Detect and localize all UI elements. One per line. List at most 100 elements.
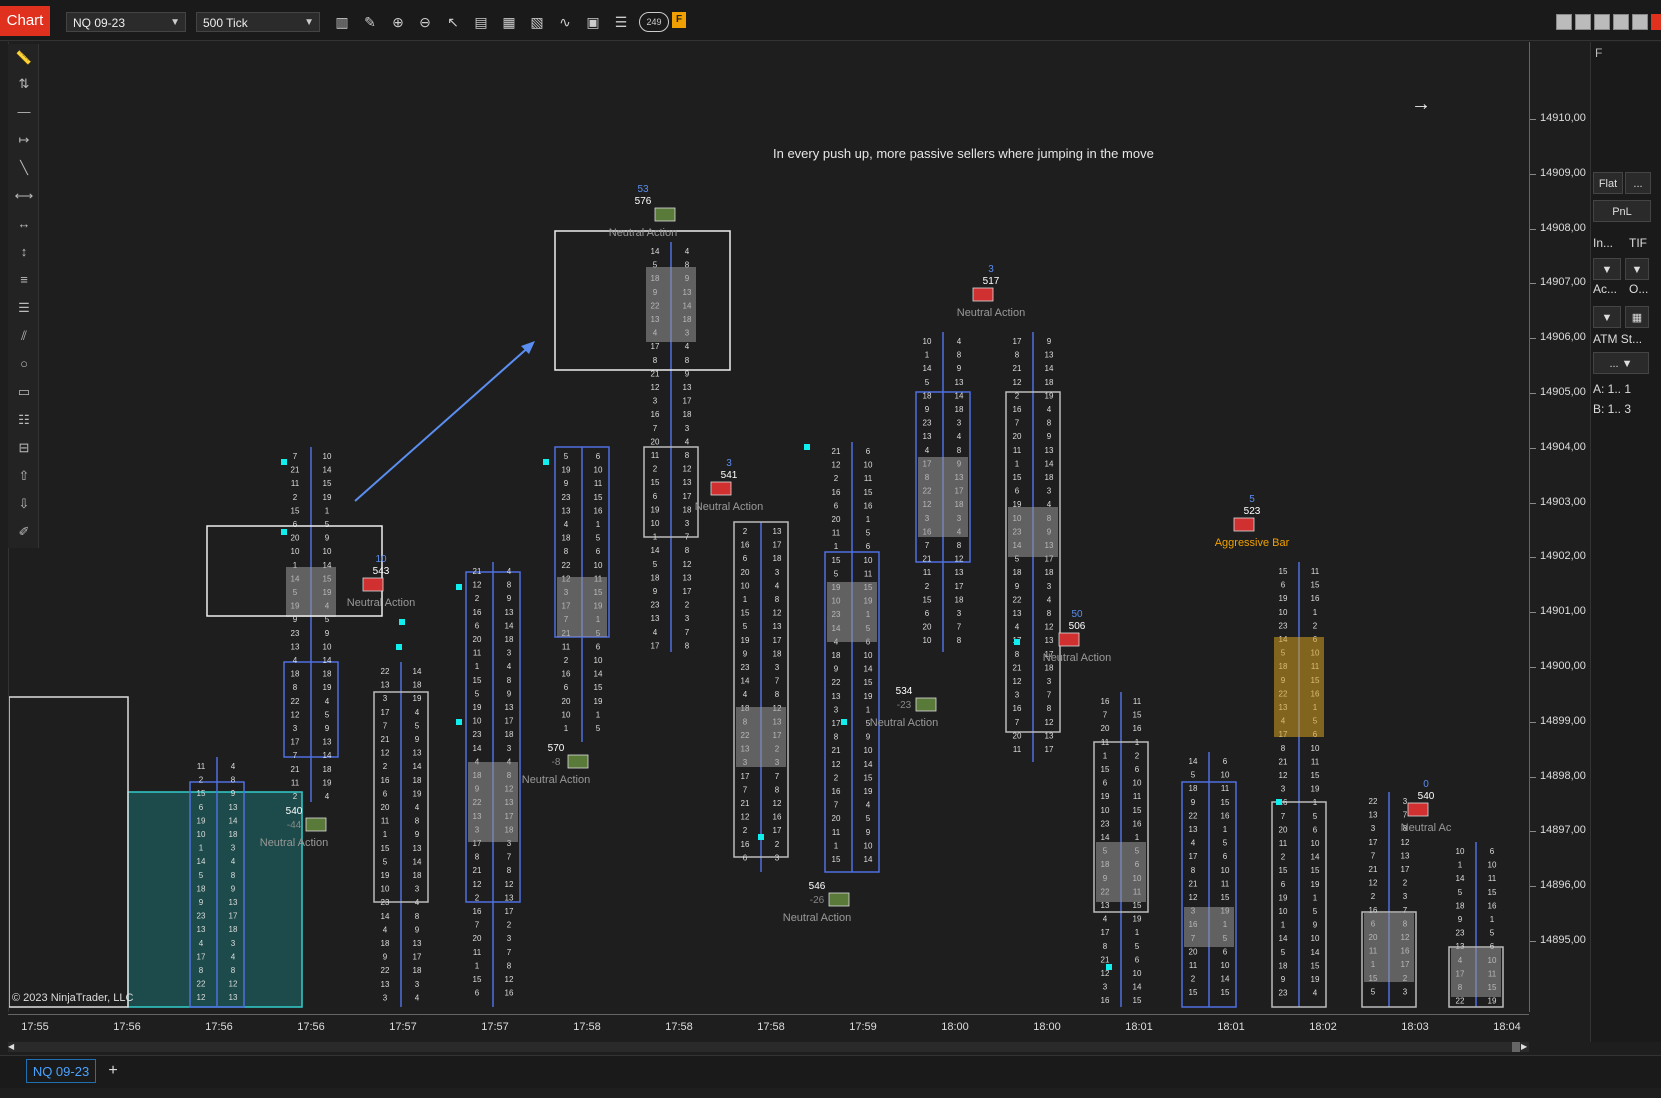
flat-button[interactable]: Flat <box>1593 172 1623 194</box>
footprint-bid-cell: 20 <box>832 814 841 823</box>
footprint-ask-cell: 17 <box>1045 745 1054 754</box>
horizontal-line-icon[interactable]: ⟷ <box>14 186 34 206</box>
footprint-bid-cell: 21 <box>1189 879 1198 888</box>
scroll-thumb[interactable] <box>1512 1042 1520 1052</box>
ellipse-icon[interactable]: ○ <box>14 354 34 374</box>
footprint-bid-cell: 19 <box>197 816 206 825</box>
instrument-selector[interactable]: NQ 09-23 ▼ <box>66 12 186 32</box>
tick-counter-badge[interactable]: 249 <box>639 12 669 32</box>
rectangle-icon[interactable]: ▭ <box>14 382 34 402</box>
footprint-ask-cell: 19 <box>1311 785 1320 794</box>
eraser-icon[interactable]: ✐ <box>14 522 34 542</box>
imbalance-highlight <box>557 577 607 637</box>
absorption-dot <box>1014 639 1020 645</box>
risk-reward-icon[interactable]: ⇅ <box>14 74 34 94</box>
chart-tab[interactable]: Chart <box>0 6 50 36</box>
footprint-ask-cell: 18 <box>955 595 964 604</box>
pnl-button[interactable]: PnL <box>1593 200 1651 222</box>
footprint-ask-cell: 9 <box>1313 921 1318 930</box>
ray-icon[interactable]: ↦ <box>14 130 34 150</box>
atm-strategy-selector[interactable]: ... ▼ <box>1593 352 1649 374</box>
footprint-ask-cell: 9 <box>325 724 330 733</box>
copyright-text: © 2023 NinjaTrader, LLC <box>12 992 134 1004</box>
add-tab-button[interactable]: + <box>104 1059 122 1083</box>
scroll-left-icon[interactable]: ◀ <box>8 1043 16 1051</box>
chart-plot-area[interactable]: 11 4 2 8 15 9 6 13 19 14 10 18 1 3 14 4 5 8 18 9 9 13 23 17 13 18… <box>8 42 1530 1012</box>
footprint-ask-cell: 1 <box>596 710 601 719</box>
properties-icon[interactable]: ▦ <box>499 12 519 32</box>
footprint-ask-cell: 19 <box>864 692 873 701</box>
region-icon[interactable]: ⊟ <box>14 438 34 458</box>
footprint-ask-cell: 14 <box>413 762 422 771</box>
pointer-icon[interactable]: ↖ <box>443 12 463 32</box>
footprint-ask-cell: 9 <box>1047 337 1052 346</box>
trend-line-icon[interactable]: ╲ <box>14 158 34 178</box>
more-button[interactable]: ... <box>1625 172 1651 194</box>
price-axis[interactable]: 14910,00 14909,00 14908,00 14907,00 14906,00… <box>1529 42 1588 1012</box>
tif-selector[interactable]: ▼ <box>1625 258 1649 280</box>
footprint-ask-cell: 4 <box>685 247 690 256</box>
footprint-ask-cell: 17 <box>955 582 964 591</box>
line-icon[interactable]: — <box>14 102 34 122</box>
list-icon[interactable]: ☰ <box>611 12 631 32</box>
absorption-dot <box>841 719 847 725</box>
footprint-bid-cell: 12 <box>1101 969 1110 978</box>
footprint-bid-cell: 4 <box>564 520 569 529</box>
templates-icon[interactable]: ▣ <box>583 12 603 32</box>
footprint-ask-cell: 8 <box>685 641 690 650</box>
account-selector[interactable]: ▼ <box>1593 306 1621 328</box>
footprint-bid-cell: 15 <box>1101 765 1110 774</box>
footprint-bid-cell: 10 <box>291 547 300 556</box>
window-tile-icon[interactable] <box>1556 14 1572 30</box>
fibonacci-icon[interactable]: ≡ <box>14 270 34 290</box>
pencil-icon[interactable]: ✎ <box>360 12 380 32</box>
arrow-up-icon[interactable]: ⇧ <box>14 466 34 486</box>
scroll-right-icon[interactable]: ▶ <box>1521 1043 1529 1051</box>
fib-extension-icon[interactable]: ☰ <box>14 298 34 318</box>
footprint-ask-cell: 14 <box>864 760 873 769</box>
footprint-ask-cell: 9 <box>866 733 871 742</box>
text-icon[interactable]: ☷ <box>14 410 34 430</box>
footprint-bid-cell: 4 <box>1103 915 1108 924</box>
footprint-bid-cell: 21 <box>473 866 482 875</box>
window-restore-icon[interactable] <box>1575 14 1591 30</box>
price-label: 14900,00 <box>1540 660 1586 672</box>
footprint-bid-cell: 18 <box>381 939 390 948</box>
tab-nq-09-23[interactable]: NQ 09-23 <box>26 1059 96 1083</box>
time-axis[interactable]: 17:55 17:56 17:56 17:56 17:57 17:57 17:58 17:58… <box>8 1014 1529 1041</box>
data-box-icon[interactable]: ▤ <box>471 12 491 32</box>
arrow-down-icon[interactable]: ⇩ <box>14 494 34 514</box>
f-badge[interactable]: F <box>672 12 686 28</box>
zoom-in-icon[interactable]: ⊕ <box>388 12 408 32</box>
window-close-icon[interactable] <box>1632 14 1648 30</box>
footprint-bid-cell: 2 <box>743 826 748 835</box>
footprint-bid-cell: 7 <box>293 452 298 461</box>
footprint-ask-cell: 3 <box>775 663 780 672</box>
ruler-icon[interactable]: 📏 <box>14 48 34 68</box>
footprint-bid-cell: 5 <box>383 857 388 866</box>
channel-icon[interactable]: ⫽ <box>14 326 34 346</box>
quantity-selector[interactable]: ▼ <box>1593 258 1621 280</box>
footprint-bid-cell: 18 <box>291 670 300 679</box>
vertical-line-icon[interactable]: ↕ <box>14 242 34 262</box>
footprint-bid-cell: 10 <box>1279 907 1288 916</box>
footprint-bid-cell: 19 <box>1279 893 1288 902</box>
footprint-ask-cell: 18 <box>413 966 422 975</box>
footprint-ask-cell: 8 <box>415 817 420 826</box>
float-label[interactable]: F <box>1595 46 1602 60</box>
footprint-bid-cell: 13 <box>1101 901 1110 910</box>
footprint-bid-cell: 13 <box>923 432 932 441</box>
indicators-icon[interactable]: ∿ <box>555 12 575 32</box>
interval-selector[interactable]: 500 Tick ▼ <box>196 12 320 32</box>
strategies-icon[interactable]: ▧ <box>527 12 547 32</box>
footprint-ask-cell: 16 <box>1488 901 1497 910</box>
extended-line-icon[interactable]: ↔ <box>14 214 34 234</box>
window-maximize-icon[interactable] <box>1613 14 1629 30</box>
horizontal-scrollbar[interactable]: ◀ ▶ <box>8 1042 1529 1052</box>
bars-type-icon[interactable]: ▥ <box>332 12 352 32</box>
calculator-icon[interactable]: ▦ <box>1625 306 1649 328</box>
footprint-bid-cell: 2 <box>1281 853 1286 862</box>
window-minimize-icon[interactable] <box>1594 14 1610 30</box>
zoom-out-icon[interactable]: ⊖ <box>415 12 435 32</box>
footprint-ask-cell: 13 <box>683 478 692 487</box>
